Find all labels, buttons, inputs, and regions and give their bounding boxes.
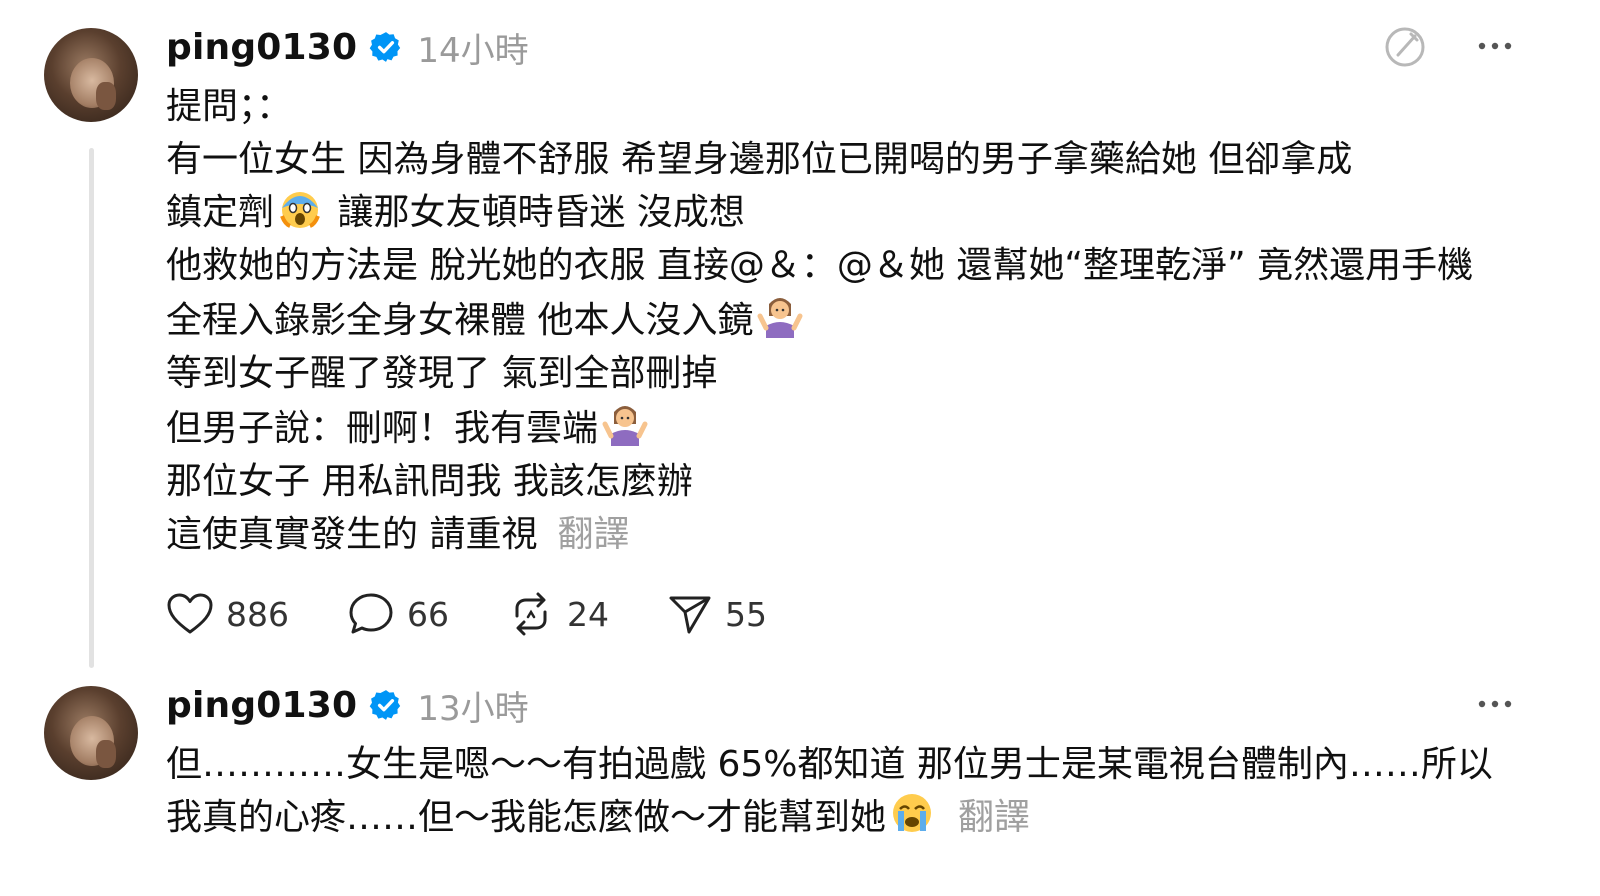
username[interactable]: ping0130 xyxy=(166,27,357,68)
post-line-text: 但男子說：刪啊！我有雲端 xyxy=(166,408,599,449)
crying-face-emoji xyxy=(893,794,932,832)
translate-link[interactable]: 翻譯 xyxy=(958,797,1030,838)
translate-link[interactable]: 翻譯 xyxy=(557,514,629,555)
repost-button[interactable]: 24 xyxy=(507,590,609,638)
post-line-text: 全程入錄影全身女裸體 他本人沒入鏡 xyxy=(166,300,754,341)
shrugging-woman-emoji xyxy=(602,406,648,446)
more-options-icon[interactable] xyxy=(1476,36,1516,56)
repost-icon xyxy=(515,592,547,636)
post-body: 但…………女生是嗯～～有拍過戲 65%都知道 那位男士是某電視台體制內……所以 … xyxy=(166,738,1493,844)
like-button[interactable]: 886 xyxy=(166,592,289,636)
post-line-text: 我真的心疼……但～我能怎麼做～才能幫到她 xyxy=(166,797,887,838)
post-line-with-emoji: 但男子說：刪啊！我有雲端 xyxy=(166,400,1473,455)
share-button[interactable]: 55 xyxy=(667,592,767,636)
post-time: 14小時 xyxy=(417,30,529,71)
post-line: 但…………女生是嗯～～有拍過戲 65%都知道 那位男士是某電視台體制內……所以 xyxy=(166,744,1493,785)
post-line: 有一位女生 因為身體不舒服 希望身邊那位已開喝的男子拿藥給她 但卻拿成 xyxy=(166,139,1353,180)
like-count: 886 xyxy=(226,594,289,634)
avatar[interactable] xyxy=(44,28,138,122)
thread-connector-line xyxy=(89,148,94,668)
verified-badge-icon xyxy=(370,32,401,62)
post-line: 等到女子醒了發現了 氣到全部刪掉 xyxy=(166,353,718,394)
action-bar: 886 66 24 55 xyxy=(166,590,825,638)
comment-count: 66 xyxy=(407,594,449,634)
post-body: 提問；： 有一位女生 因為身體不舒服 希望身邊那位已開喝的男子拿藥給她 但卻拿成… xyxy=(166,80,1473,561)
post-line-with-translate: 這使真實發生的 請重視 翻譯 xyxy=(166,508,1473,561)
post-time: 13小時 xyxy=(417,688,529,729)
heart-icon xyxy=(167,593,213,634)
post-line-text: 鎮定劑 xyxy=(166,192,275,233)
shrugging-woman-emoji xyxy=(757,298,803,338)
scream-face-emoji xyxy=(280,192,320,228)
repost-count: 24 xyxy=(567,594,609,634)
post-line-with-emoji: 鎮定劑 讓那女友頓時昏迷 沒成想 xyxy=(166,186,1473,239)
post-line-text: 這使真實發生的 請重視 xyxy=(166,514,538,555)
compose-icon[interactable] xyxy=(1382,24,1428,70)
username[interactable]: ping0130 xyxy=(166,685,357,726)
post-line: 他救她的方法是 脫光她的衣服 直接@＆：@＆她 還幫她“整理乾淨” 竟然還用手機 xyxy=(166,245,1474,286)
post-line: 提問；： xyxy=(166,86,293,127)
comment-button[interactable]: 66 xyxy=(347,591,449,637)
avatar[interactable] xyxy=(44,686,138,780)
verified-badge-icon xyxy=(370,690,401,720)
post-line: 那位女子 用私訊問我 我該怎麼辦 xyxy=(166,461,693,502)
share-count: 55 xyxy=(725,594,767,634)
post-line-with-emoji: 我真的心疼……但～我能怎麼做～才能幫到她 翻譯 xyxy=(166,791,1493,844)
more-options-icon[interactable] xyxy=(1476,694,1516,714)
post-line-with-emoji: 全程入錄影全身女裸體 他本人沒入鏡 xyxy=(166,292,1473,347)
share-icon xyxy=(669,596,711,634)
post-line-text: 讓那女友頓時昏迷 沒成想 xyxy=(326,192,745,233)
comment-icon xyxy=(349,593,393,634)
